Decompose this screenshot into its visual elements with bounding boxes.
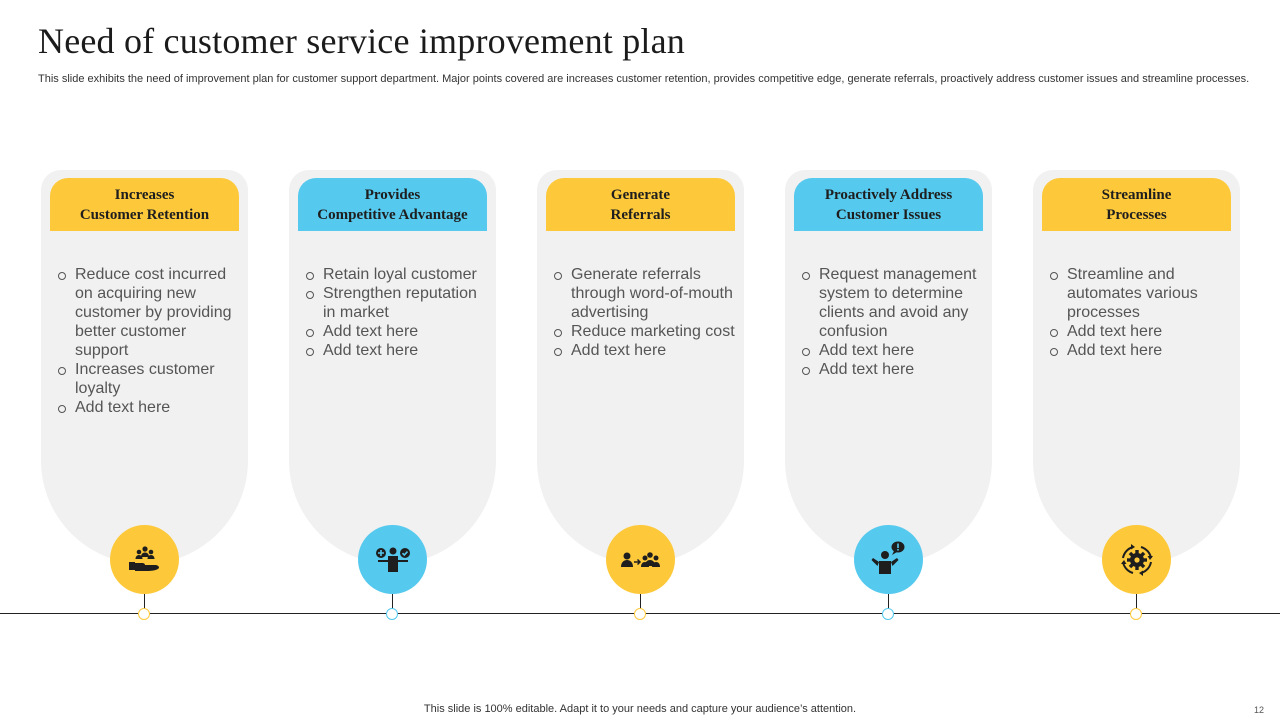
- timeline-stem: [1136, 594, 1137, 609]
- icon-badge: [110, 525, 179, 594]
- icon-badge: [358, 525, 427, 594]
- bullet-list: Streamline and automates various process…: [1047, 265, 1233, 360]
- card-customer-retention: Increases Customer Retention Reduce cost…: [41, 170, 248, 564]
- bullet-item: Retain loyal customer: [303, 265, 489, 284]
- bullet-item: Add text here: [1047, 322, 1233, 341]
- bullet-item: Add text here: [799, 360, 985, 379]
- card-address-customer-issues: Proactively Address Customer Issues Requ…: [785, 170, 992, 564]
- timeline-stem: [144, 594, 145, 609]
- card-header: Generate Referrals: [546, 178, 735, 231]
- bullet-item: Reduce marketing cost: [551, 322, 737, 341]
- card-streamline-processes: Streamline Processes Streamline and auto…: [1033, 170, 1240, 564]
- card-generate-referrals: Generate Referrals Generate referrals th…: [537, 170, 744, 564]
- card-title-line: Processes: [1106, 206, 1167, 223]
- timeline-stem: [392, 594, 393, 609]
- bullet-item: Add text here: [303, 341, 489, 360]
- bullet-item: Add text here: [1047, 341, 1233, 360]
- timeline-node: [138, 608, 150, 620]
- icon-badge: [606, 525, 675, 594]
- slide-subtitle: This slide exhibits the need of improvem…: [38, 73, 1250, 85]
- bullet-item: Increases customer loyalty: [55, 360, 241, 398]
- card-title-line: Customer Issues: [835, 206, 942, 223]
- bullet-item: Add text here: [551, 341, 737, 360]
- card-title-line: Increases: [114, 186, 175, 203]
- page-number: 12: [1254, 705, 1265, 715]
- bullet-item: Add text here: [799, 341, 985, 360]
- card-title-line: Customer Retention: [79, 206, 210, 223]
- bullet-list: Retain loyal customer Strengthen reputat…: [303, 265, 489, 360]
- icon-badge: [1102, 525, 1171, 594]
- card-header: Increases Customer Retention: [50, 178, 239, 231]
- card-header: Streamline Processes: [1042, 178, 1231, 231]
- bullet-item: Reduce cost incurred on acquiring new cu…: [55, 265, 241, 360]
- timeline-node: [882, 608, 894, 620]
- card-title-line: Streamline: [1101, 186, 1172, 203]
- card-competitive-advantage: Provides Competitive Advantage Retain lo…: [289, 170, 496, 564]
- bullet-item: Add text here: [303, 322, 489, 341]
- referral-people-icon: [620, 551, 660, 567]
- bullet-item: Request management system to determine c…: [799, 265, 985, 341]
- timeline-node: [634, 608, 646, 620]
- bullet-item: Add text here: [55, 398, 241, 417]
- timeline-stem: [640, 594, 641, 609]
- timeline-stem: [888, 594, 889, 609]
- hand-holding-people-icon: [128, 545, 159, 571]
- bullet-item: Strengthen reputation in market: [303, 284, 489, 322]
- footer-note: This slide is 100% editable. Adapt it to…: [423, 703, 857, 715]
- card-title-line: Proactively Address: [824, 186, 953, 203]
- bullet-item: Streamline and automates various process…: [1047, 265, 1233, 322]
- bullet-list: Request management system to determine c…: [799, 265, 985, 379]
- icon-badge: [854, 525, 923, 594]
- person-balance-icon: [375, 547, 410, 572]
- card-title-line: Generate: [610, 186, 671, 203]
- timeline-node: [1130, 608, 1142, 620]
- timeline-node: [386, 608, 398, 620]
- bullet-item: Generate referrals through word-of-mouth…: [551, 265, 737, 322]
- card-header: Proactively Address Customer Issues: [794, 178, 983, 231]
- gear-cycle-icon: [1120, 543, 1153, 576]
- card-title-line: Provides: [364, 186, 421, 203]
- card-header: Provides Competitive Advantage: [298, 178, 487, 231]
- card-title-line: Referrals: [610, 206, 671, 223]
- person-alert-icon: [871, 541, 904, 574]
- bullet-list: Generate referrals through word-of-mouth…: [551, 265, 737, 360]
- slide-title: Need of customer service improvement pla…: [38, 21, 685, 61]
- card-title-line: Competitive Advantage: [317, 206, 468, 223]
- bullet-list: Reduce cost incurred on acquiring new cu…: [55, 265, 241, 417]
